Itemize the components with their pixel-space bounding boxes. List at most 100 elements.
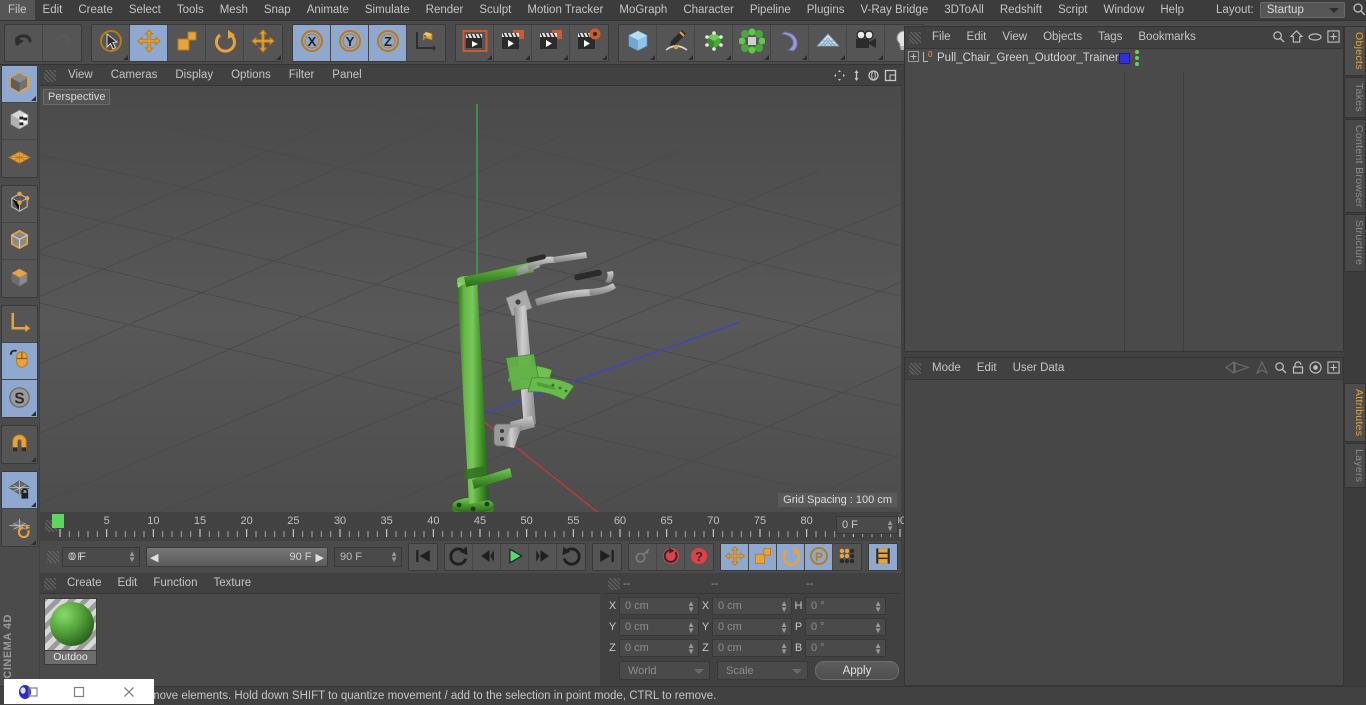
menu-plugins[interactable]: Plugins bbox=[799, 0, 853, 20]
material-thumbnail[interactable] bbox=[44, 598, 97, 651]
polygons-mode-button[interactable] bbox=[2, 260, 37, 297]
dock-tab-content-browser[interactable]: Content Browser bbox=[1344, 118, 1366, 214]
panel-grip-icon[interactable] bbox=[909, 362, 921, 375]
menu-mesh[interactable]: Mesh bbox=[212, 0, 256, 20]
keyframe-selection-button[interactable]: ? bbox=[685, 544, 713, 570]
has-submenu-icon[interactable] bbox=[602, 54, 607, 60]
material-item[interactable]: Outdoo bbox=[44, 598, 99, 665]
menu-simulate[interactable]: Simulate bbox=[357, 0, 418, 20]
viewport-canvas[interactable]: Y Z X Perspective Grid Spacing : 100 cm bbox=[40, 86, 901, 512]
close-icon[interactable] bbox=[104, 679, 154, 704]
menu-animate[interactable]: Animate bbox=[299, 0, 357, 20]
object-menu-bookmarks[interactable]: Bookmarks bbox=[1130, 27, 1204, 48]
menu-mograph[interactable]: MoGraph bbox=[611, 0, 675, 20]
render-region-button[interactable] bbox=[494, 24, 532, 61]
stepper-icon[interactable]: ▲ ▼ bbox=[687, 642, 695, 656]
has-submenu-icon[interactable] bbox=[525, 54, 530, 60]
world-object-coordinate-button[interactable] bbox=[407, 25, 445, 61]
lock-y-axis-button[interactable]: Y bbox=[331, 24, 369, 61]
has-submenu-icon[interactable] bbox=[31, 502, 36, 507]
lock-icon[interactable] bbox=[1292, 361, 1304, 377]
make-editable-button[interactable] bbox=[2, 66, 37, 103]
preview-range-slider[interactable]: ◀ 0 F 90 F ▶ bbox=[70, 547, 328, 567]
move-tool[interactable] bbox=[130, 24, 168, 61]
object-menu-tags[interactable]: Tags bbox=[1090, 27, 1130, 48]
attribute-content[interactable] bbox=[905, 380, 1343, 685]
target-icon[interactable] bbox=[1309, 361, 1322, 377]
menu-render[interactable]: Render bbox=[418, 0, 472, 20]
menu-script[interactable]: Script bbox=[1050, 0, 1095, 20]
points-mode-button[interactable] bbox=[2, 186, 37, 223]
timeline-filmstrip-button[interactable] bbox=[869, 544, 897, 570]
step-forward-button[interactable] bbox=[529, 544, 557, 570]
menu-file[interactable]: File bbox=[0, 0, 35, 20]
attribute-menu-mode[interactable]: Mode bbox=[924, 358, 969, 379]
position-x-field[interactable]: 0 cm ▲ ▼ bbox=[619, 597, 699, 615]
stepper-icon[interactable]: ▲ ▼ bbox=[128, 550, 136, 564]
menu-create[interactable]: Create bbox=[70, 0, 121, 20]
material-menu-edit[interactable]: Edit bbox=[110, 574, 146, 593]
restore-icon[interactable] bbox=[4, 679, 54, 704]
menu-window[interactable]: Window bbox=[1095, 0, 1152, 20]
has-submenu-icon[interactable] bbox=[878, 54, 883, 60]
record-active-objects-button[interactable] bbox=[629, 544, 657, 570]
object-menu-objects[interactable]: Objects bbox=[1035, 27, 1090, 48]
add-generator-button[interactable] bbox=[695, 24, 733, 61]
stepper-icon[interactable]: ▲ ▼ bbox=[874, 600, 882, 614]
object-menu-file[interactable]: File bbox=[924, 27, 959, 48]
has-submenu-icon[interactable] bbox=[764, 54, 769, 60]
menu-snap[interactable]: Snap bbox=[256, 0, 299, 20]
viewport-menu-filter[interactable]: Filter bbox=[280, 66, 324, 85]
transform-tool[interactable] bbox=[244, 25, 282, 61]
parameter-key-button[interactable]: P bbox=[805, 544, 833, 570]
has-submenu-icon[interactable] bbox=[563, 54, 568, 60]
add-camera-button[interactable] bbox=[847, 24, 885, 61]
end-frame-field[interactable]: 90 F ▲ ▼ bbox=[334, 547, 402, 567]
position-z-field[interactable]: 0 cm ▲ ▼ bbox=[619, 639, 699, 657]
attribute-menu-user-data[interactable]: User Data bbox=[1005, 358, 1073, 379]
has-submenu-icon[interactable] bbox=[31, 457, 36, 462]
enable-snapping-button[interactable] bbox=[2, 426, 37, 463]
panel-grip-icon[interactable] bbox=[909, 31, 921, 44]
plus-box-icon[interactable] bbox=[1327, 30, 1340, 46]
stepper-icon[interactable]: ▲ ▼ bbox=[874, 642, 882, 656]
dock-tab-takes[interactable]: Takes bbox=[1344, 76, 1366, 118]
object-row[interactable]: 0 Pull_Chair_Green_Outdoor_Trainer bbox=[905, 49, 1343, 67]
has-submenu-icon[interactable] bbox=[31, 411, 36, 416]
position-y-field[interactable]: 0 cm ▲ ▼ bbox=[619, 618, 699, 636]
object-menu-view[interactable]: View bbox=[994, 27, 1035, 48]
search-icon[interactable] bbox=[1274, 361, 1287, 377]
search-icon[interactable] bbox=[1272, 30, 1285, 46]
rotation-p-field[interactable]: 0 ° ▲ ▼ bbox=[805, 618, 886, 636]
rotate-icon[interactable] bbox=[867, 69, 880, 85]
menu-motion-tracker[interactable]: Motion Tracker bbox=[519, 0, 611, 20]
undo-button[interactable] bbox=[5, 24, 43, 61]
stepper-icon[interactable]: ▲ ▼ bbox=[687, 600, 695, 614]
has-submenu-icon[interactable] bbox=[688, 54, 693, 60]
stepper-icon[interactable]: ▲ ▼ bbox=[780, 600, 788, 614]
viewport-menu-cameras[interactable]: Cameras bbox=[102, 66, 167, 85]
play-button[interactable] bbox=[501, 544, 529, 570]
dock-tab-attributes[interactable]: Attributes bbox=[1344, 382, 1366, 443]
has-submenu-icon[interactable] bbox=[276, 54, 281, 60]
play-backwards-loop-button[interactable] bbox=[445, 544, 473, 570]
dock-tab-structure[interactable]: Structure bbox=[1344, 214, 1366, 272]
current-frame-field[interactable]: 0 F ▲ ▼ bbox=[836, 516, 898, 534]
timeline-ruler-bar[interactable]: 051015202530354045505560657075808590 0 F… bbox=[40, 512, 906, 540]
timeline-ruler[interactable]: 051015202530354045505560657075808590 bbox=[52, 512, 906, 540]
has-submenu-icon[interactable] bbox=[31, 540, 36, 545]
material-menu-function[interactable]: Function bbox=[145, 574, 205, 593]
panel-grip-icon[interactable] bbox=[608, 577, 620, 590]
layout-select[interactable]: Startup bbox=[1259, 2, 1345, 18]
size-x-field[interactable]: 0 cm ▲ ▼ bbox=[712, 597, 792, 615]
material-menu-create[interactable]: Create bbox=[59, 574, 110, 593]
size-z-field[interactable]: 0 cm ▲ ▼ bbox=[712, 639, 792, 657]
step-back-button[interactable] bbox=[473, 544, 501, 570]
live-selection-tool[interactable] bbox=[92, 24, 130, 61]
viewport-menu-panel[interactable]: Panel bbox=[323, 66, 370, 85]
timeline-playhead[interactable] bbox=[52, 514, 64, 528]
texture-mode-button[interactable] bbox=[2, 140, 37, 177]
home-icon[interactable] bbox=[1289, 30, 1304, 46]
range-left-arrow-icon[interactable]: ◀ bbox=[150, 551, 158, 564]
has-submenu-icon[interactable] bbox=[123, 54, 128, 60]
